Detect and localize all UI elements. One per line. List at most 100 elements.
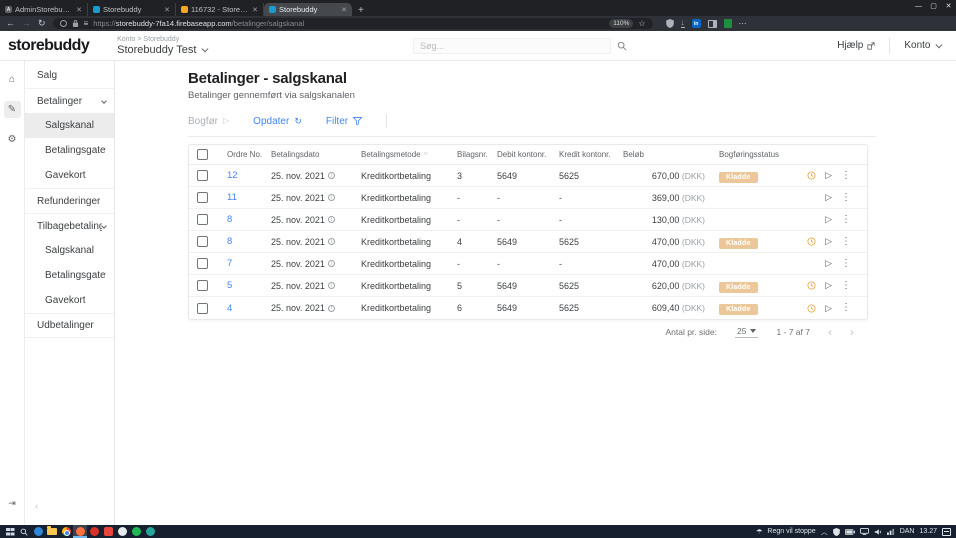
kebab-menu-icon[interactable]: ⋮ [841,215,851,225]
search-input[interactable] [413,38,611,54]
account-menu-button[interactable]: Konto [904,40,940,51]
page-size-select[interactable]: 25 [735,326,758,338]
sheets-extension-icon[interactable] [724,19,732,28]
site-info-icon[interactable] [60,20,67,27]
sidebar-item-udbetalinger[interactable]: Udbetalinger [25,313,114,338]
select-all-checkbox[interactable] [197,149,208,160]
filter-button[interactable]: Filter [326,116,362,127]
row-checkbox[interactable] [197,303,208,314]
sidebar-item-betalingsgateway-2[interactable]: Betalingsgateway [25,263,114,288]
download-icon[interactable]: ↓ [681,19,685,28]
search-icon[interactable] [617,41,627,51]
row-checkbox[interactable] [197,280,208,291]
app-icon-teal[interactable] [143,525,157,538]
browser-tab-active[interactable]: Storebuddy ✕ [264,3,352,16]
info-icon[interactable] [328,238,335,245]
kebab-menu-icon[interactable]: ⋮ [841,303,851,313]
post-play-icon[interactable]: ▷ [825,171,832,180]
order-link[interactable]: 5 [227,280,271,291]
kebab-menu-icon[interactable]: ⋮ [841,237,851,247]
close-tab-icon[interactable]: ✕ [252,6,258,14]
sidebar-item-gavekort-2[interactable]: Gavekort [25,288,114,313]
back-icon[interactable]: ← [6,19,15,28]
account-switcher[interactable]: Konto > Storebuddy Storebuddy Test [117,36,207,56]
forward-icon[interactable]: → [22,19,31,28]
info-icon[interactable] [328,194,335,201]
post-play-icon[interactable]: ▷ [825,193,832,202]
volume-icon[interactable] [874,528,882,536]
browser-tab-test[interactable]: 116732 - Storebuddy Test (Mi ✕ [176,3,264,16]
shield-icon[interactable] [666,19,674,28]
order-link[interactable]: 12 [227,170,271,181]
zoom-level-badge[interactable]: 110% [609,19,633,28]
account-name[interactable]: Storebuddy Test [117,44,196,56]
bookmark-star-icon[interactable]: ☆ [638,19,645,28]
browser-menu-icon[interactable]: ⋯ [739,19,747,28]
network-icon[interactable] [860,528,869,535]
bogfor-button[interactable]: Bogfør ▷ [188,116,229,127]
gear-icon[interactable]: ⚙ [4,131,21,148]
sidebar-item-salgskanal[interactable]: Salgskanal [25,113,114,138]
row-checkbox[interactable] [197,258,208,269]
shield-tray-icon[interactable] [833,528,840,536]
notification-center-icon[interactable] [942,528,951,536]
pending-clock-icon[interactable] [807,237,816,246]
close-tab-icon[interactable]: ✕ [341,6,347,14]
collapse-chevron-icon[interactable]: ‹ [35,501,38,511]
row-checkbox[interactable] [197,214,208,225]
edge-icon[interactable] [31,525,45,538]
close-window-button[interactable]: ✕ [941,0,956,12]
reader-mode-icon[interactable]: ≡ [84,19,89,28]
opdater-button[interactable]: Opdater ↻ [253,116,302,127]
sidebar-item-gavekort[interactable]: Gavekort [25,163,114,188]
post-play-icon[interactable]: ▷ [825,237,832,246]
linkedin-extension-icon[interactable]: in [692,19,701,28]
kebab-menu-icon[interactable]: ⋮ [841,259,851,269]
clock[interactable]: 13.27 [919,528,937,535]
taskbar-search-icon[interactable] [17,525,31,538]
order-link[interactable]: 11 [227,192,271,203]
maximize-button[interactable]: ▢ [926,0,941,12]
minimize-button[interactable]: — [911,0,926,12]
reload-icon[interactable]: ↻ [38,19,46,28]
start-button[interactable] [3,525,17,538]
weather-text[interactable]: Regn vil stoppe [767,528,815,535]
new-tab-button[interactable]: + [358,5,364,16]
chrome-icon[interactable] [59,525,73,538]
post-play-icon[interactable]: ▷ [825,215,832,224]
sidebar-toggle-icon[interactable]: ⇥ [8,498,16,509]
battery-icon[interactable] [845,529,855,535]
sidebar-item-betalinger[interactable]: Betalinger [25,88,114,113]
row-checkbox[interactable] [197,192,208,203]
sidebar-item-betalingsgateway[interactable]: Betalingsgateway [25,138,114,163]
pending-clock-icon[interactable] [807,304,816,313]
pending-clock-icon[interactable] [807,281,816,290]
close-tab-icon[interactable]: ✕ [76,6,82,14]
pending-clock-icon[interactable] [807,171,816,180]
app-icon-white[interactable] [115,525,129,538]
sidebar-item-salg[interactable]: Salg [25,63,114,88]
browser-tab-storebuddy-1[interactable]: Storebuddy ✕ [88,3,176,16]
kebab-menu-icon[interactable]: ⋮ [841,281,851,291]
order-link[interactable]: 8 [227,214,271,225]
umbrella-weather-icon[interactable]: ☂ [756,528,762,536]
url-bar[interactable]: ≡ https://storebuddy-7fa14.firebaseapp.c… [53,18,653,29]
app-icon-red-2[interactable] [101,525,115,538]
language-indicator[interactable]: DAN [900,528,915,535]
app-icon-red-1[interactable] [87,525,101,538]
row-checkbox[interactable] [197,170,208,181]
kebab-menu-icon[interactable]: ⋮ [841,171,851,181]
kebab-menu-icon[interactable]: ⋮ [841,193,851,203]
column-filter-icon[interactable]: ≡ [424,151,428,158]
next-page-icon[interactable]: › [850,326,854,338]
split-screen-icon[interactable] [708,20,717,28]
signal-bars-icon[interactable] [887,528,895,535]
post-play-icon[interactable]: ▷ [825,259,832,268]
storebuddy-logo[interactable]: storebuddy [8,37,89,55]
sidebar-item-salgskanal-2[interactable]: Salgskanal [25,238,114,263]
info-icon[interactable] [328,172,335,179]
order-link[interactable]: 7 [227,258,271,269]
firefox-icon-active[interactable] [73,525,87,538]
spotify-icon[interactable] [129,525,143,538]
order-link[interactable]: 4 [227,303,271,314]
